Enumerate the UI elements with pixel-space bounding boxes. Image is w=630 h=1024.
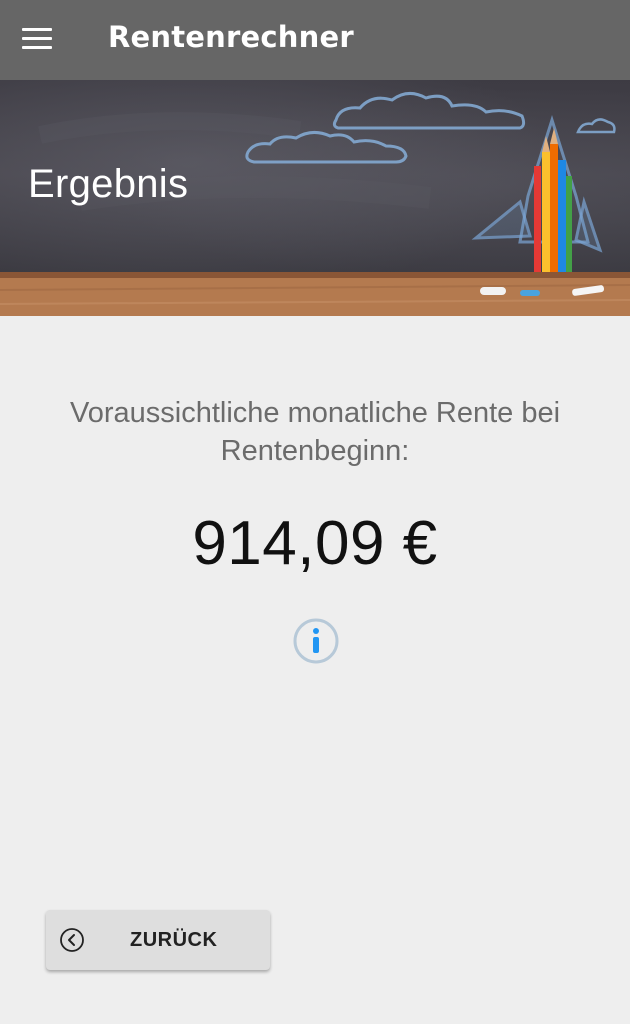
hamburger-menu-icon-line	[22, 36, 52, 40]
info-button[interactable]	[292, 617, 340, 665]
page-title: Ergebnis	[28, 162, 189, 206]
pension-result-value: 914,09 €	[192, 509, 438, 578]
hamburger-menu-icon-line	[22, 45, 52, 49]
hero-banner: Ergebnis	[0, 80, 630, 316]
info-icon	[293, 618, 339, 664]
back-button-label: ZURÜCK	[130, 929, 218, 951]
app-title: Rentenrechner	[108, 20, 354, 54]
hamburger-menu-icon	[22, 27, 52, 31]
menu-button[interactable]	[14, 16, 62, 60]
chevron-left-circle-icon	[60, 928, 84, 952]
result-label: Voraussichtliche monatliche Rente bei Re…	[69, 397, 561, 467]
back-button[interactable]: ZURÜCK	[46, 910, 270, 970]
app-toolbar: Rentenrechner	[0, 0, 630, 80]
app-screen: Rentenrechner Ergebnis Voraussichtliche …	[0, 0, 630, 1024]
